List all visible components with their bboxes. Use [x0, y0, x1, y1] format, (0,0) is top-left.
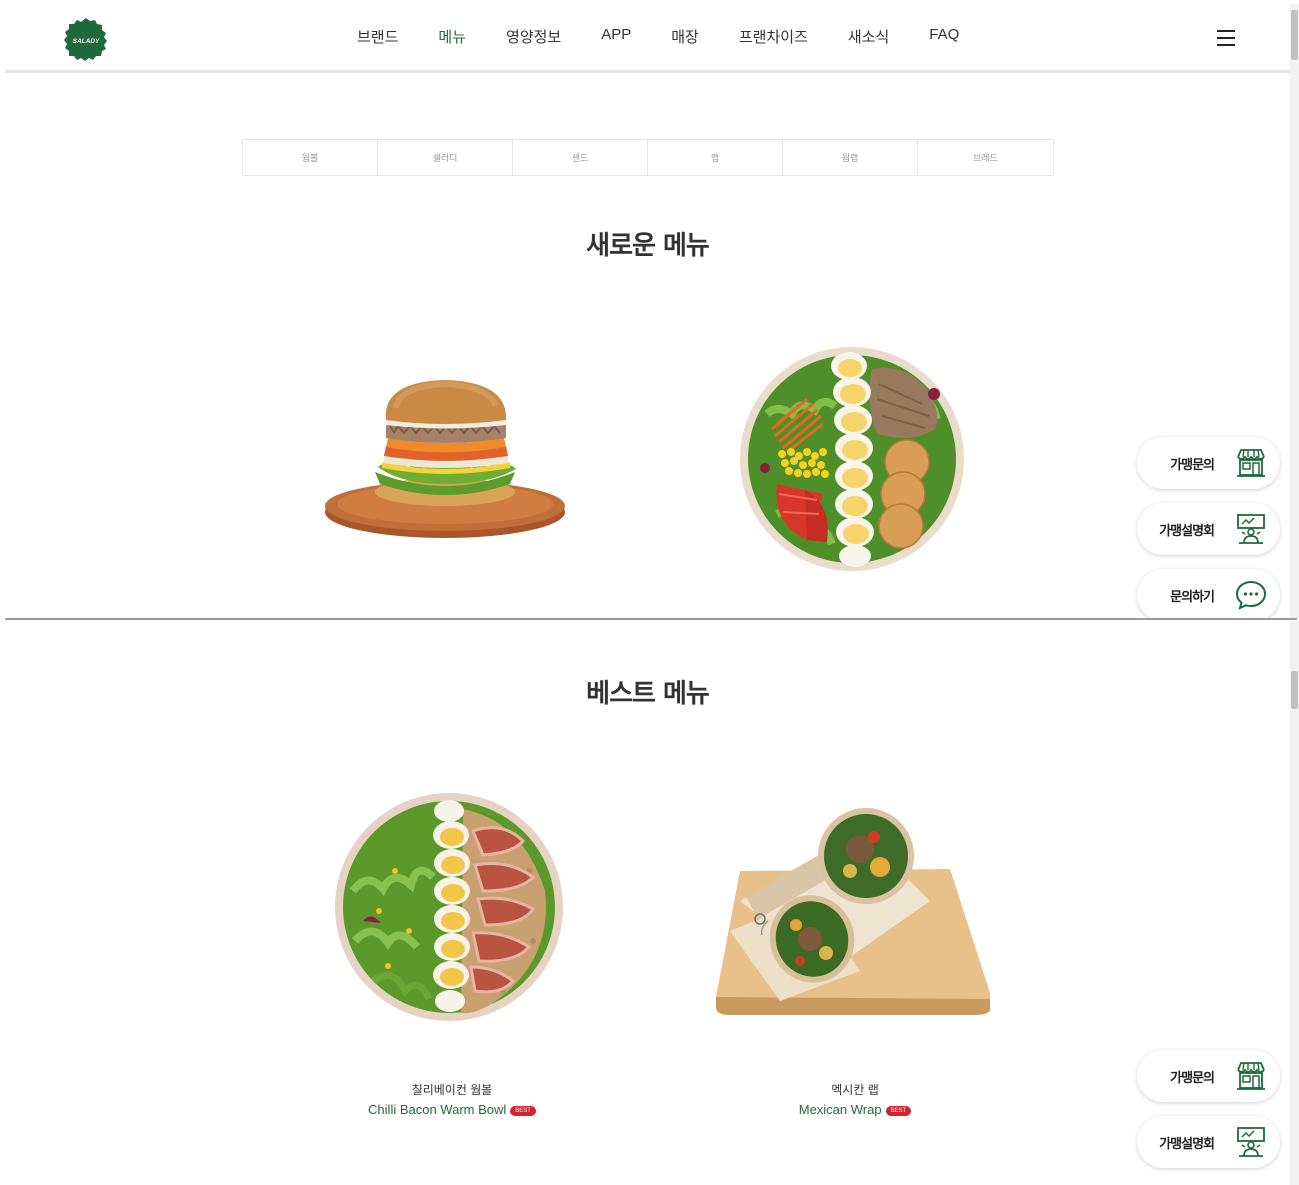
- tab-warm-wrap[interactable]: 웜랩: [783, 140, 918, 175]
- best-badge: BEST: [885, 1105, 912, 1116]
- hamburger-icon[interactable]: [1217, 30, 1235, 46]
- page-viewport-bottom: 베스트 메뉴 칠리베이컨 웜볼 Chilli Bacon Warm Bowl B…: [5, 621, 1290, 1185]
- svg-text:SALADY: SALADY: [73, 38, 100, 45]
- scrollbar-top[interactable]: [1290, 4, 1299, 618]
- best-item-mexican-wrap[interactable]: 멕시칸 랩 Mexican Wrap BEST: [735, 1081, 975, 1117]
- best-badge: BEST: [510, 1105, 536, 1116]
- franchise-briefing-button[interactable]: 가맹설명회: [1137, 1116, 1280, 1168]
- salady-logo[interactable]: SALADY: [63, 17, 109, 63]
- nav-franchise[interactable]: 프랜차이즈: [739, 26, 808, 47]
- franchise-inquiry-label: 가맹문의: [1170, 458, 1215, 473]
- best-item-chilli-bacon[interactable]: 칠리베이컨 웜볼 Chilli Bacon Warm Bowl BEST: [332, 1081, 572, 1117]
- nav-menu[interactable]: 메뉴: [438, 26, 466, 47]
- scrollbar-thumb[interactable]: [1291, 671, 1298, 709]
- scrollbar-bottom[interactable]: [1290, 621, 1299, 1185]
- item-name-kr: 칠리베이컨 웜볼: [411, 1083, 493, 1097]
- scrollbar-thumb[interactable]: [1291, 10, 1298, 60]
- new-menu-title: 새로운 메뉴: [586, 231, 710, 261]
- menu-category-tabs: 웜볼 샐러디 샌드 랩 웜랩 브레드: [242, 139, 1054, 176]
- nav-brand[interactable]: 브랜드: [357, 26, 398, 47]
- chilli-bacon-warm-bowl-image[interactable]: [333, 791, 565, 1023]
- best-menu-title: 베스트 메뉴: [586, 679, 710, 709]
- franchise-inquiry-button[interactable]: 가맹문의: [1137, 1050, 1280, 1102]
- main-nav: 브랜드 메뉴 영양정보 APP 매장 프랜차이즈 새소식 FAQ: [357, 26, 999, 47]
- item-name-en: Mexican Wrap BEST: [735, 1102, 975, 1117]
- mexican-wrap-image[interactable]: [710, 801, 990, 1016]
- page-viewport-top: SALADY 브랜드 메뉴 영양정보 APP 매장 프랜차이즈 새소식 FAQ …: [5, 4, 1290, 618]
- nav-stores[interactable]: 매장: [671, 26, 699, 47]
- salad-bowl-image[interactable]: [737, 344, 967, 574]
- nav-app[interactable]: APP: [601, 26, 631, 47]
- contact-button[interactable]: 문의하기: [1137, 569, 1280, 618]
- franchise-briefing-label: 가맹설명회: [1159, 1137, 1215, 1152]
- item-name-en: Chilli Bacon Warm Bowl BEST: [332, 1102, 572, 1117]
- franchise-inquiry-button[interactable]: 가맹문의: [1137, 437, 1280, 489]
- presenter-icon: [1234, 1125, 1268, 1159]
- franchise-briefing-label: 가맹설명회: [1159, 524, 1215, 539]
- franchise-briefing-button[interactable]: 가맹설명회: [1137, 503, 1280, 555]
- nav-faq[interactable]: FAQ: [929, 26, 959, 47]
- viewport-divider: [5, 618, 1297, 620]
- nav-news[interactable]: 새소식: [848, 26, 889, 47]
- tab-warm-bowl[interactable]: 웜볼: [243, 140, 378, 175]
- burger-image[interactable]: [320, 372, 570, 542]
- item-name-kr: 멕시칸 랩: [831, 1083, 879, 1097]
- site-header: SALADY 브랜드 메뉴 영양정보 APP 매장 프랜차이즈 새소식 FAQ: [5, 4, 1290, 73]
- franchise-inquiry-label: 가맹문의: [1170, 1071, 1215, 1086]
- chat-bubble-icon: [1234, 578, 1268, 612]
- store-icon: [1234, 446, 1268, 480]
- tab-bread[interactable]: 브레드: [918, 140, 1053, 175]
- contact-label: 문의하기: [1170, 590, 1215, 605]
- tab-wrap[interactable]: 랩: [648, 140, 783, 175]
- store-icon: [1234, 1059, 1268, 1093]
- nav-nutrition[interactable]: 영양정보: [506, 26, 561, 47]
- presenter-icon: [1234, 512, 1268, 546]
- tab-salady[interactable]: 샐러디: [378, 140, 513, 175]
- tab-sand[interactable]: 샌드: [513, 140, 648, 175]
